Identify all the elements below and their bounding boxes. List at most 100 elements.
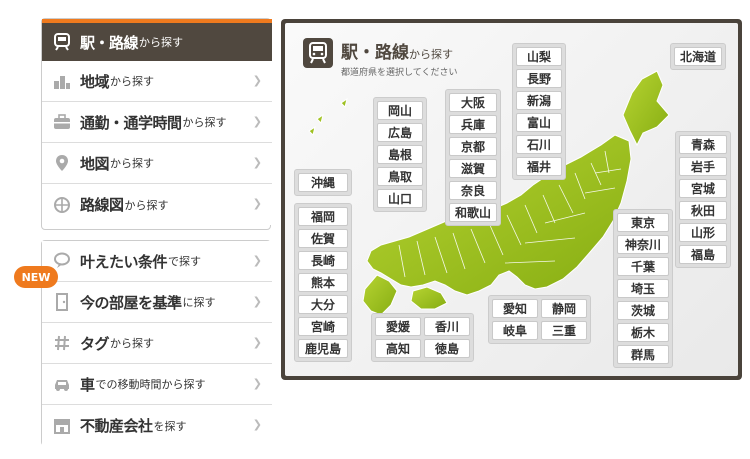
menu-item-label: 地図: [80, 154, 110, 173]
prefecture-button[interactable]: 秋田: [679, 201, 727, 220]
prefecture-button[interactable]: 山口: [377, 189, 423, 208]
prefecture-button[interactable]: 宮崎: [298, 317, 348, 336]
prefecture-button[interactable]: 福井: [516, 157, 562, 176]
region-kanto: 東京神奈川千葉埼玉茨城栃木群馬: [613, 209, 673, 368]
menu-item-label: 不動産会社: [80, 417, 153, 435]
prefecture-button[interactable]: 岐阜: [492, 321, 538, 340]
prefecture-button[interactable]: 高知: [375, 339, 421, 358]
prefecture-button[interactable]: 三重: [541, 321, 587, 340]
menu-item-label: 叶えたい条件: [80, 252, 168, 271]
prefecture-button[interactable]: 大阪: [449, 93, 497, 112]
menu-item-label: タグ: [80, 334, 110, 353]
prefecture-button[interactable]: 岩手: [679, 157, 727, 176]
prefecture-button[interactable]: 福島: [679, 245, 727, 264]
region-shikoku: 愛媛 香川 高知 徳島: [371, 313, 474, 362]
menu-item-tag[interactable]: タグ から探す ❯: [42, 323, 272, 364]
prefecture-button[interactable]: 山梨: [516, 47, 562, 66]
prefecture-button[interactable]: 愛知: [492, 299, 538, 318]
menu-item-suffix: での移動時間から探す: [95, 378, 206, 391]
prefecture-button[interactable]: 群馬: [617, 345, 669, 364]
menu-item-route[interactable]: 路線図 から探す ❯: [42, 184, 272, 225]
prefecture-button[interactable]: 福岡: [298, 207, 348, 226]
prefecture-button[interactable]: 東京: [617, 213, 669, 232]
prefecture-button[interactable]: 神奈川: [617, 235, 669, 254]
prefecture-button[interactable]: 鹿児島: [298, 339, 348, 358]
region-kinki: 大阪兵庫京都滋賀奈良和歌山: [445, 89, 501, 226]
briefcase-icon: [52, 112, 72, 132]
menu-item-mapsearch[interactable]: 地図 から探す ❯: [42, 143, 272, 184]
chevron-right-icon: ❯: [252, 156, 262, 169]
region-hokkaido: 北海道: [670, 43, 726, 70]
prefecture-button[interactable]: 熊本: [298, 273, 348, 292]
car-icon: [52, 374, 72, 394]
chevron-right-icon: ❯: [252, 295, 262, 308]
menu-item-suffix: に探す: [182, 296, 216, 309]
building-icon: [52, 71, 72, 91]
prefecture-button[interactable]: 沖縄: [298, 173, 348, 192]
prefecture-button[interactable]: 北海道: [674, 47, 722, 66]
region-kyushu: 福岡佐賀長崎熊本大分宮崎鹿児島: [294, 203, 352, 362]
menu-item-conditions[interactable]: 叶えたい条件 で探す ❯: [42, 241, 272, 282]
train-icon: [52, 32, 72, 52]
prefecture-button[interactable]: 滋賀: [449, 159, 497, 178]
chevron-right-icon: ❯: [252, 418, 262, 431]
train-icon: [303, 38, 333, 68]
region-koshinetsu: 山梨長野新潟富山石川福井: [512, 43, 566, 180]
map-title: 駅・路線から探す 都道府県を選択してください: [303, 38, 457, 78]
prefecture-button[interactable]: 徳島: [424, 339, 470, 358]
prefecture-button[interactable]: 宮城: [679, 179, 727, 198]
menu-group-primary: 駅・路線 から探す 地域 から探す ❯ 通勤・通学時間 から探す ❯ 地図 から探す ❯ 路線図 から探…: [41, 18, 272, 230]
prefecture-button[interactable]: 広島: [377, 123, 423, 142]
menu-item-label: 通勤・通学時間: [80, 113, 182, 132]
menu-item-label: 駅・路線: [80, 33, 139, 52]
prefecture-button[interactable]: 石川: [516, 135, 562, 154]
prefecture-button[interactable]: 富山: [516, 113, 562, 132]
prefecture-button[interactable]: 香川: [424, 317, 470, 336]
map-inner: 駅・路線から探す 都道府県を選択してください 北海道青森岩手宮城秋田山形福島 東京…: [285, 23, 738, 376]
prefecture-button[interactable]: 山形: [679, 223, 727, 242]
menu-item-label: 路線図: [80, 196, 124, 214]
prefecture-button[interactable]: 島根: [377, 145, 423, 164]
menu-item-suffix: から探す: [110, 75, 155, 88]
menu-item-agency[interactable]: 不動産会社 を探す ❯: [42, 405, 272, 446]
chevron-right-icon: ❯: [252, 74, 262, 87]
balloon-icon: [52, 251, 72, 271]
menu-item-commute[interactable]: 通勤・通学時間 から探す ❯: [42, 102, 272, 143]
prefecture-button[interactable]: 埼玉: [617, 279, 669, 298]
prefecture-button[interactable]: 茨城: [617, 301, 669, 320]
prefecture-button[interactable]: 長野: [516, 69, 562, 88]
prefecture-button[interactable]: 愛媛: [375, 317, 421, 336]
prefecture-button[interactable]: 兵庫: [449, 115, 497, 134]
menu-item-car[interactable]: 車での移動時間から探す ❯: [42, 364, 272, 405]
prefecture-button[interactable]: 新潟: [516, 91, 562, 110]
prefecture-button[interactable]: 青森: [679, 135, 727, 154]
region-okinawa: 沖縄: [294, 169, 352, 196]
prefecture-button[interactable]: 栃木: [617, 323, 669, 342]
menu-item-area[interactable]: 地域 から探す ❯: [42, 61, 272, 102]
map-pin-icon: [52, 153, 72, 173]
menu-item-room[interactable]: 今の部屋を基準 に探す ❯: [42, 282, 272, 323]
prefecture-button[interactable]: 京都: [449, 137, 497, 156]
prefecture-button[interactable]: 鳥取: [377, 167, 423, 186]
prefecture-button[interactable]: 大分: [298, 295, 348, 314]
prefecture-button[interactable]: 岡山: [377, 101, 423, 120]
prefecture-button[interactable]: 千葉: [617, 257, 669, 276]
chevron-right-icon: ❯: [252, 377, 262, 390]
prefecture-button[interactable]: 静岡: [541, 299, 587, 318]
menu-item-station[interactable]: 駅・路線 から探す: [42, 19, 272, 61]
menu-group-secondary: 叶えたい条件 で探す ❯ 今の部屋を基準 に探す ❯ タグ から探す ❯ 車での移動時間から探す ❯…: [41, 240, 272, 446]
chevron-right-icon: ❯: [252, 115, 262, 128]
chevron-right-icon: ❯: [252, 254, 262, 267]
new-badge: NEW: [14, 266, 58, 288]
menu-item-suffix: から探す: [182, 116, 227, 129]
prefecture-button[interactable]: 奈良: [449, 181, 497, 200]
prefecture-button[interactable]: 和歌山: [449, 203, 497, 222]
map-title-text: 駅・路線から探す: [341, 43, 453, 63]
menu-item-label: 今の部屋を基準: [80, 293, 182, 312]
prefecture-button[interactable]: 長崎: [298, 251, 348, 270]
menu-item-suffix: から探す: [139, 36, 184, 49]
menu-item-suffix: を探す: [153, 419, 187, 433]
menu-item-label: 車: [80, 375, 95, 394]
menu-item-suffix: から探す: [124, 198, 169, 212]
prefecture-button[interactable]: 佐賀: [298, 229, 348, 248]
